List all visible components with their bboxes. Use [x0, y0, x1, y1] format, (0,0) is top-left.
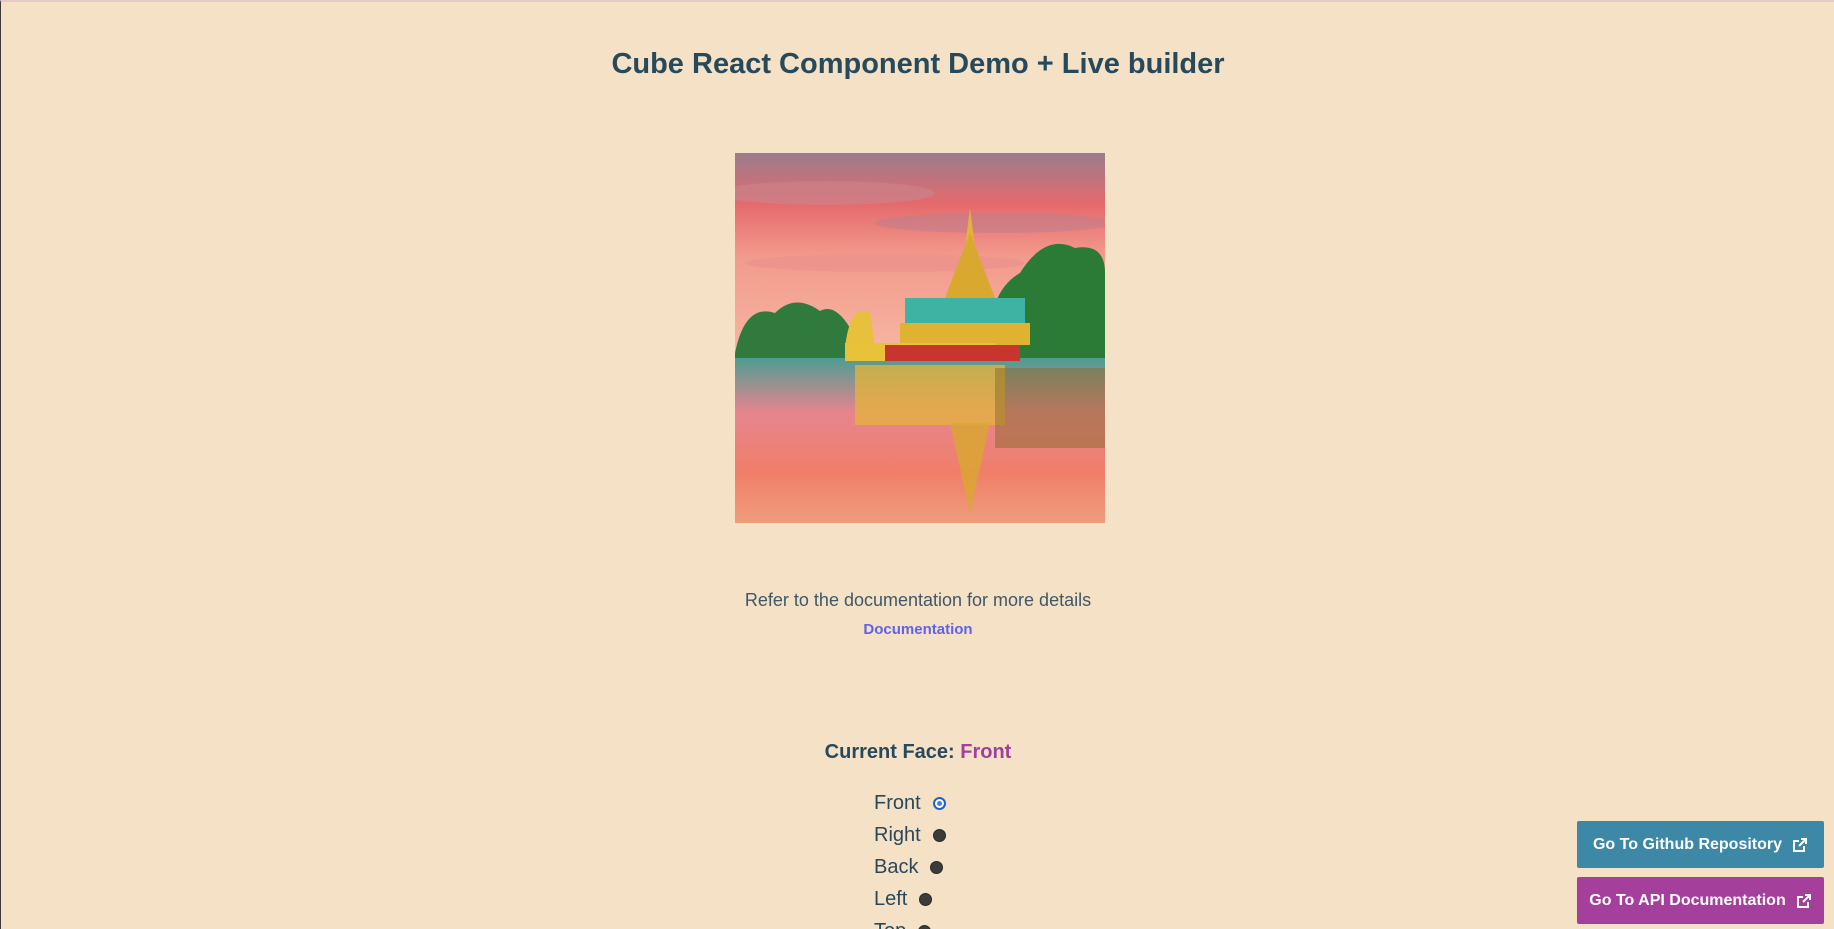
face-radio-right[interactable] — [932, 828, 946, 842]
face-radio-back[interactable] — [930, 860, 944, 874]
github-repository-button[interactable]: Go To Github Repository — [1577, 821, 1824, 868]
face-radio-top[interactable] — [918, 924, 932, 929]
face-option-label: Right — [874, 823, 921, 846]
face-radio-left[interactable] — [919, 892, 933, 906]
face-radio-front[interactable] — [932, 796, 946, 810]
face-radio-group: Front Right Back Left Top — [874, 787, 946, 929]
github-button-label: Go To Github Repository — [1592, 835, 1783, 853]
api-button-label: Go To API Documentation — [1589, 891, 1786, 909]
cube-component[interactable] — [735, 153, 1105, 523]
face-option-label: Front — [874, 791, 921, 814]
documentation-link-wrapper: Documentation — [1, 621, 1834, 639]
face-option-label: Back — [874, 855, 919, 878]
face-option-left[interactable]: Left — [874, 883, 946, 915]
face-option-back[interactable]: Back — [874, 851, 946, 883]
face-option-right[interactable]: Right — [874, 819, 946, 851]
external-link-icon — [1792, 837, 1808, 853]
documentation-hint: Refer to the documentation for more deta… — [744, 590, 1092, 610]
external-link-icon — [1796, 893, 1812, 909]
face-option-label: Left — [874, 887, 908, 910]
face-option-front[interactable]: Front — [874, 787, 946, 819]
page-title: Cube React Component Demo + Live builder — [611, 48, 1225, 80]
temple-reflection-image — [735, 153, 1105, 523]
current-face-value: Front — [960, 741, 1012, 763]
documentation-link[interactable]: Documentation — [863, 621, 972, 638]
face-option-label: Top — [874, 920, 906, 929]
api-documentation-button[interactable]: Go To API Documentation — [1577, 877, 1824, 924]
face-option-top[interactable]: Top — [874, 915, 946, 929]
current-face-indicator: Current Face: Front — [1, 741, 1834, 764]
current-face-label: Current Face: — [824, 741, 955, 763]
